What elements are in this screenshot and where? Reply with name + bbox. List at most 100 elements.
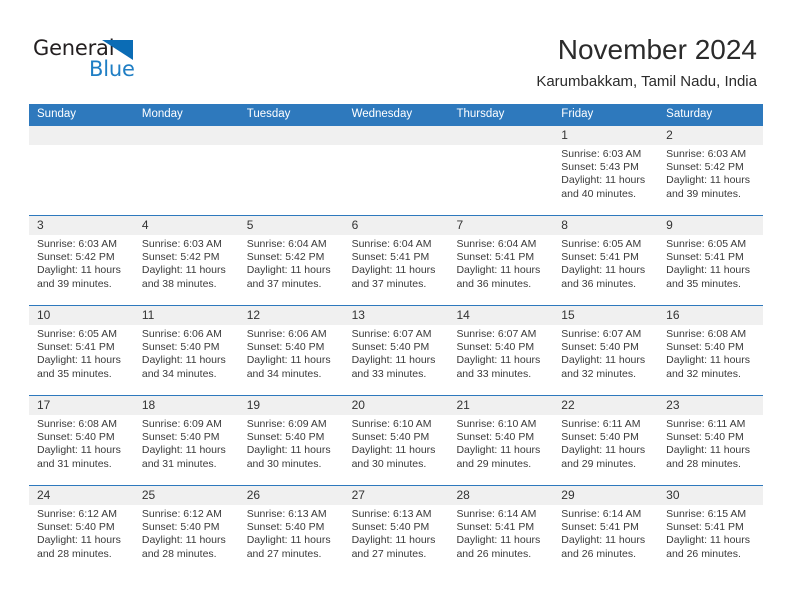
day-number[interactable]: 29 — [553, 486, 658, 505]
day-cell[interactable]: Sunrise: 6:13 AM Sunset: 5:40 PM Dayligh… — [239, 505, 344, 575]
day-cell[interactable]: Sunrise: 6:15 AM Sunset: 5:41 PM Dayligh… — [658, 505, 763, 575]
day-number[interactable]: 27 — [344, 486, 449, 505]
general-blue-logo[interactable]: General Blue — [33, 36, 153, 82]
day-number[interactable]: 28 — [448, 486, 553, 505]
sunset-text: Sunset: 5:40 PM — [246, 431, 325, 444]
day-cell[interactable]: Sunrise: 6:09 AM Sunset: 5:40 PM Dayligh… — [134, 415, 239, 485]
day-number[interactable]: 7 — [448, 216, 553, 235]
day-number[interactable]: 18 — [134, 396, 239, 415]
day-cell[interactable]: Sunrise: 6:04 AM Sunset: 5:41 PM Dayligh… — [344, 235, 449, 305]
daylight-text-line2: and 36 minutes. — [561, 277, 637, 290]
day-number[interactable]: 10 — [29, 306, 134, 325]
day-cell[interactable]: Sunrise: 6:06 AM Sunset: 5:40 PM Dayligh… — [134, 325, 239, 395]
day-cell[interactable]: Sunrise: 6:14 AM Sunset: 5:41 PM Dayligh… — [553, 505, 658, 575]
day-cell[interactable]: Sunrise: 6:11 AM Sunset: 5:40 PM Dayligh… — [658, 415, 763, 485]
day-number[interactable]: 14 — [448, 306, 553, 325]
sunrise-text: Sunrise: 6:11 AM — [561, 418, 641, 430]
day-number[interactable]: 17 — [29, 396, 134, 415]
day-cell[interactable]: Sunrise: 6:03 AM Sunset: 5:43 PM Dayligh… — [553, 145, 658, 215]
day-cell[interactable]: Sunrise: 6:07 AM Sunset: 5:40 PM Dayligh… — [344, 325, 449, 395]
day-number[interactable]: 2 — [658, 126, 763, 145]
daylight-text-line2: and 36 minutes. — [456, 277, 532, 290]
weekday-header-friday: Friday — [561, 108, 594, 120]
day-cell[interactable]: Sunrise: 6:09 AM Sunset: 5:40 PM Dayligh… — [239, 415, 344, 485]
day-cell[interactable] — [134, 145, 239, 215]
day-number[interactable]: 6 — [344, 216, 449, 235]
day-number[interactable]: 11 — [134, 306, 239, 325]
weekday-header-tuesday: Tuesday — [246, 108, 291, 120]
day-cell[interactable] — [344, 145, 449, 215]
day-cell[interactable]: Sunrise: 6:06 AM Sunset: 5:40 PM Dayligh… — [239, 325, 344, 395]
day-number[interactable]: 15 — [553, 306, 658, 325]
day-cell[interactable]: Sunrise: 6:03 AM Sunset: 5:42 PM Dayligh… — [29, 235, 134, 305]
day-number[interactable]: 3 — [29, 216, 134, 235]
daylight-text-line1: Daylight: 11 hours — [561, 354, 646, 367]
sunrise-text: Sunrise: 6:12 AM — [37, 508, 117, 520]
day-number[interactable]: 4 — [134, 216, 239, 235]
day-cell[interactable]: Sunrise: 6:04 AM Sunset: 5:42 PM Dayligh… — [239, 235, 344, 305]
day-number[interactable]: 20 — [344, 396, 449, 415]
sunrise-text: Sunrise: 6:14 AM — [561, 508, 642, 520]
day-number[interactable]: 16 — [658, 306, 763, 325]
day-cell[interactable]: Sunrise: 6:10 AM Sunset: 5:40 PM Dayligh… — [448, 415, 553, 485]
sunset-text: Sunset: 5:43 PM — [561, 161, 639, 174]
day-cell[interactable]: Sunrise: 6:12 AM Sunset: 5:40 PM Dayligh… — [134, 505, 239, 575]
day-number[interactable]: 25 — [134, 486, 239, 505]
day-cell[interactable]: Sunrise: 6:05 AM Sunset: 5:41 PM Dayligh… — [29, 325, 134, 395]
daylight-text-line2: and 28 minutes. — [37, 547, 112, 560]
day-cell[interactable]: Sunrise: 6:05 AM Sunset: 5:41 PM Dayligh… — [658, 235, 763, 305]
day-cell[interactable]: Sunrise: 6:08 AM Sunset: 5:40 PM Dayligh… — [658, 325, 763, 395]
day-cell[interactable]: Sunrise: 6:10 AM Sunset: 5:40 PM Dayligh… — [344, 415, 449, 485]
day-cell[interactable]: Sunrise: 6:08 AM Sunset: 5:40 PM Dayligh… — [29, 415, 134, 485]
day-number[interactable]: 26 — [239, 486, 344, 505]
day-number[interactable]: 8 — [553, 216, 658, 235]
day-number[interactable]: 21 — [448, 396, 553, 415]
day-cell[interactable]: Sunrise: 6:11 AM Sunset: 5:40 PM Dayligh… — [553, 415, 658, 485]
day-number[interactable]: 19 — [239, 396, 344, 415]
day-number[interactable]: 9 — [658, 216, 763, 235]
day-cell[interactable]: Sunrise: 6:14 AM Sunset: 5:41 PM Dayligh… — [448, 505, 553, 575]
day-cell[interactable] — [239, 145, 344, 215]
day-number[interactable]: 23 — [658, 396, 763, 415]
day-cell[interactable]: Sunrise: 6:13 AM Sunset: 5:40 PM Dayligh… — [344, 505, 449, 575]
day-cell[interactable]: Sunrise: 6:07 AM Sunset: 5:40 PM Dayligh… — [553, 325, 658, 395]
day-number[interactable] — [344, 126, 449, 145]
sunset-text: Sunset: 5:42 PM — [246, 251, 325, 264]
sunrise-text: Sunrise: 6:08 AM — [37, 418, 117, 430]
daylight-text-line2: and 31 minutes. — [141, 457, 217, 470]
day-cell[interactable]: Sunrise: 6:03 AM Sunset: 5:42 PM Dayligh… — [658, 145, 763, 215]
sunrise-text: Sunrise: 6:05 AM — [666, 238, 747, 250]
sunrise-text: Sunrise: 6:04 AM — [351, 238, 432, 250]
day-cell[interactable]: Sunrise: 6:12 AM Sunset: 5:40 PM Dayligh… — [29, 505, 134, 575]
weekday-header-row: Sunday Monday Tuesday Wednesday Thursday… — [29, 104, 763, 125]
daylight-text-line2: and 32 minutes. — [666, 367, 741, 380]
day-number[interactable] — [29, 126, 134, 145]
day-number[interactable]: 12 — [239, 306, 344, 325]
daylight-text-line1: Daylight: 11 hours — [666, 444, 751, 457]
day-number[interactable]: 1 — [553, 126, 658, 145]
day-number[interactable] — [239, 126, 344, 145]
day-number[interactable]: 30 — [658, 486, 763, 505]
day-number[interactable] — [448, 126, 553, 145]
day-number[interactable]: 5 — [239, 216, 344, 235]
day-cell[interactable] — [448, 145, 553, 215]
day-cell[interactable]: Sunrise: 6:04 AM Sunset: 5:41 PM Dayligh… — [448, 235, 553, 305]
day-number[interactable]: 24 — [29, 486, 134, 505]
day-number[interactable] — [134, 126, 239, 145]
sunrise-text: Sunrise: 6:06 AM — [246, 328, 327, 340]
day-cell[interactable]: Sunrise: 6:05 AM Sunset: 5:41 PM Dayligh… — [553, 235, 658, 305]
day-number[interactable]: 13 — [344, 306, 449, 325]
daylight-text-line1: Daylight: 11 hours — [456, 444, 541, 457]
page-header: General Blue November 2024 Karumbakkam, … — [0, 0, 792, 100]
day-cell[interactable] — [29, 145, 134, 215]
sunset-text: Sunset: 5:41 PM — [456, 521, 535, 534]
day-cell[interactable]: Sunrise: 6:03 AM Sunset: 5:42 PM Dayligh… — [134, 235, 239, 305]
day-cell[interactable]: Sunrise: 6:07 AM Sunset: 5:40 PM Dayligh… — [448, 325, 553, 395]
daylight-text-line2: and 27 minutes. — [351, 547, 427, 560]
daylight-text-line2: and 30 minutes. — [351, 457, 427, 470]
daylight-text-line2: and 39 minutes. — [666, 187, 741, 200]
day-number[interactable]: 22 — [553, 396, 658, 415]
sunrise-text: Sunrise: 6:03 AM — [141, 238, 222, 250]
sunset-text: Sunset: 5:40 PM — [456, 341, 535, 354]
daylight-text-line1: Daylight: 11 hours — [666, 354, 751, 367]
